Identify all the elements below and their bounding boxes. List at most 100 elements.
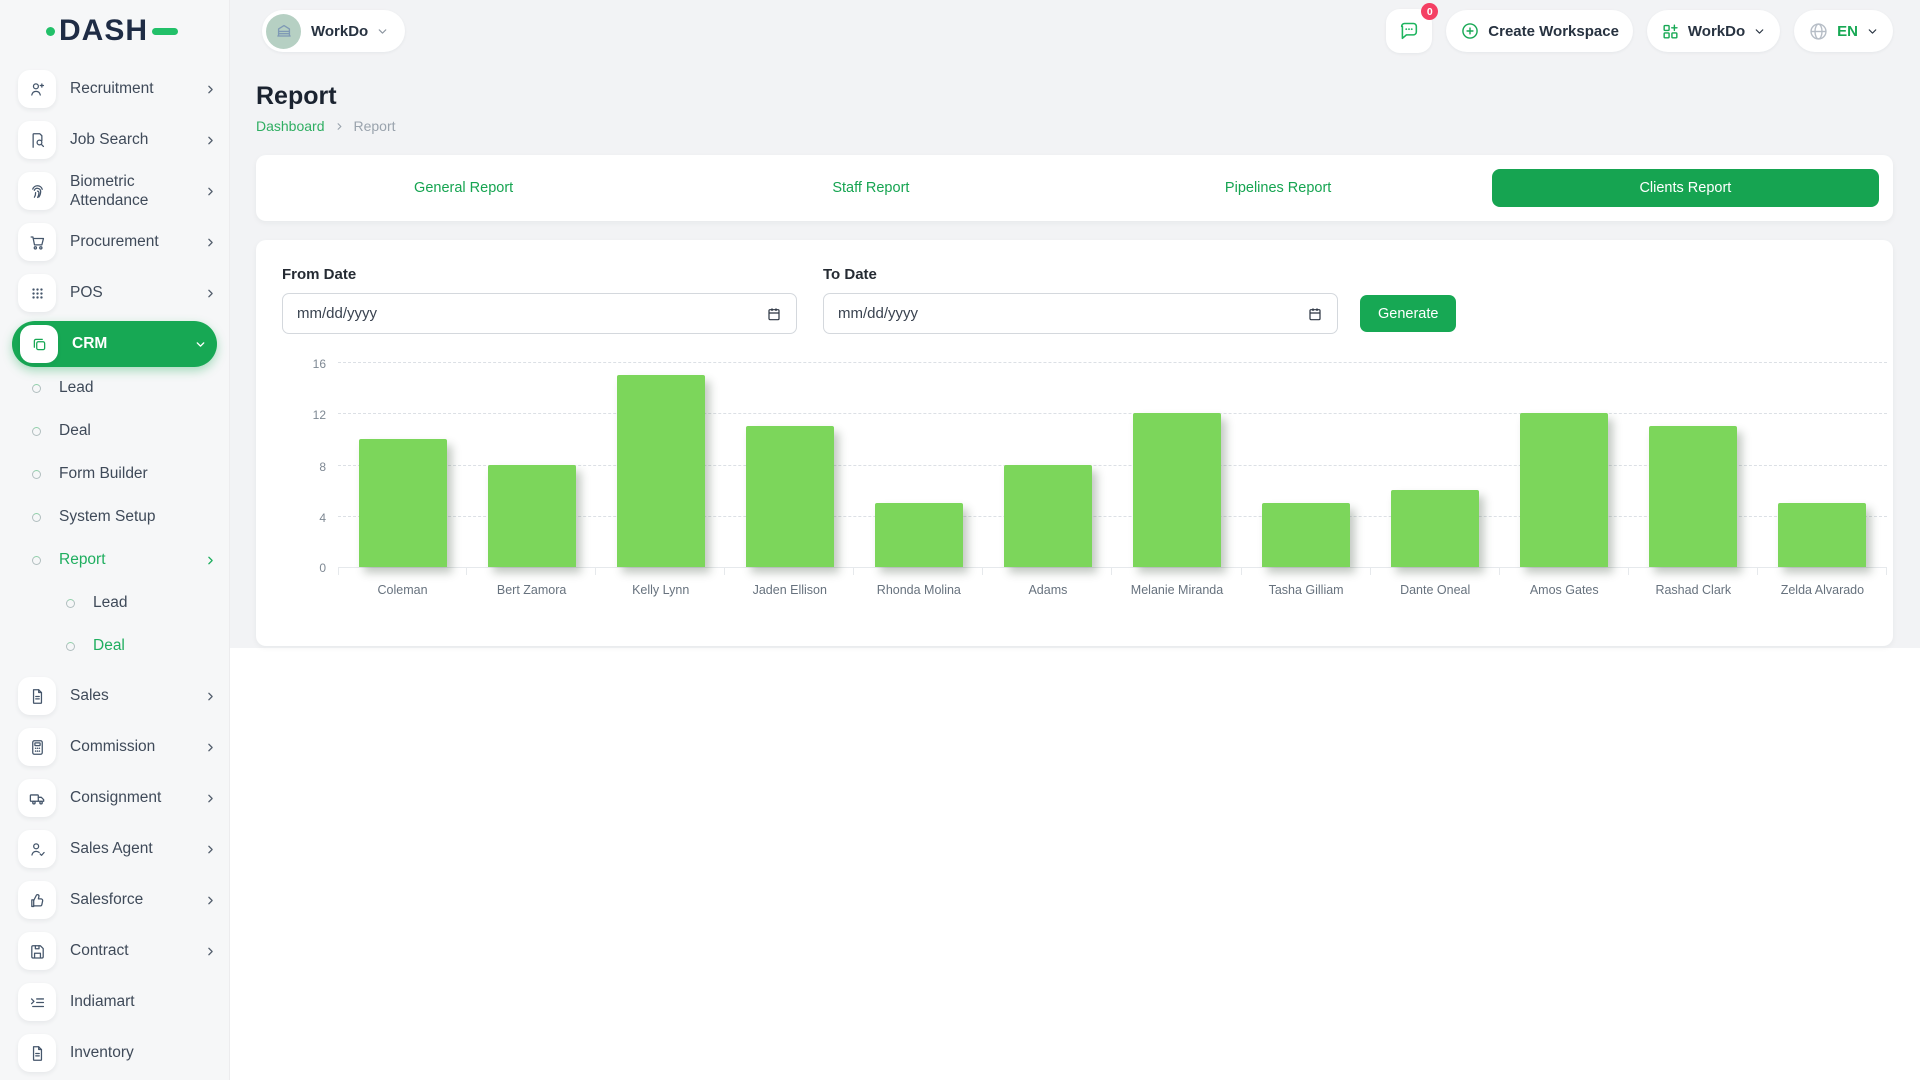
x-axis-tick (1629, 568, 1758, 575)
chevron-right-icon (204, 236, 217, 249)
calendar-icon[interactable] (1307, 306, 1323, 322)
to-date-input[interactable] (838, 305, 1307, 322)
sidebar-item-consignment[interactable]: Consignment (18, 775, 217, 821)
bar-slot (338, 439, 467, 567)
chat-bubble-icon (1398, 20, 1420, 42)
brand-logo[interactable]: DASH (0, 0, 229, 62)
sidebar-subitem-label: System Setup (59, 507, 156, 526)
copy-icon (20, 325, 58, 363)
bar-melanie-miranda[interactable] (1133, 413, 1221, 567)
sidebar-subitem-label: Deal (93, 636, 125, 655)
sidebar-item-indiamart[interactable]: Indiamart (18, 979, 217, 1025)
messages-button[interactable]: 0 (1386, 9, 1432, 53)
calendar-icon[interactable] (766, 306, 782, 322)
language-selector[interactable]: EN (1794, 10, 1893, 52)
chevron-right-icon (204, 945, 217, 958)
cart-icon (18, 223, 56, 261)
sidebar-item-job-search[interactable]: Job Search (18, 117, 217, 163)
sidebar-item-inventory[interactable]: Inventory (18, 1030, 217, 1076)
sidebar-item-label: Recruitment (70, 79, 154, 98)
bar-slot (596, 375, 725, 567)
bar-kelly-lynn[interactable] (617, 375, 705, 567)
clients-bar-chart: 0481216 (338, 362, 1887, 567)
bar-adams[interactable] (1004, 465, 1092, 568)
plus-circle-icon (1460, 21, 1480, 41)
chevron-right-icon (204, 741, 217, 754)
sidebar-subitem-lead[interactable]: Lead (18, 372, 217, 404)
grid-dots-icon (18, 274, 56, 312)
workspace-chip[interactable]: WorkDo (262, 10, 405, 52)
y-axis-tick-label: 16 (313, 357, 326, 371)
sidebar-subitem-lead[interactable]: Lead (18, 587, 217, 619)
x-axis-label: Tasha Gilliam (1242, 583, 1371, 597)
bar-dante-oneal[interactable] (1391, 490, 1479, 567)
x-axis-label: Bert Zamora (467, 583, 596, 597)
bullet-circle-icon (66, 599, 75, 608)
report-tabs: General Report Staff Report Pipelines Repo… (256, 155, 1893, 221)
x-axis-label: Jaden Ellison (725, 583, 854, 597)
bar-rhonda-molina[interactable] (875, 503, 963, 567)
fingerprint-icon (18, 172, 56, 210)
bar-jaden-ellison[interactable] (746, 426, 834, 567)
sidebar-item-contract[interactable]: Contract (18, 928, 217, 974)
bar-bert-zamora[interactable] (488, 465, 576, 568)
chevron-right-icon (334, 121, 345, 132)
sidebar-nav: Recruitment Job Search Biometric Attendanc… (0, 62, 229, 1080)
notification-badge: 0 (1421, 3, 1438, 20)
chevron-down-icon (194, 338, 207, 351)
x-axis-tick (1500, 568, 1629, 575)
bar-tasha-gilliam[interactable] (1262, 503, 1350, 567)
list-arrow-icon (18, 983, 56, 1021)
tab-general-report[interactable]: General Report (270, 169, 657, 207)
sidebar-item-recruitment[interactable]: Recruitment (18, 66, 217, 112)
sidebar-item-label: Contract (70, 941, 129, 960)
doc-search-icon (18, 121, 56, 159)
from-date-input[interactable] (297, 305, 766, 322)
sidebar-subitem-deal[interactable]: Deal (18, 415, 217, 447)
language-label: EN (1837, 23, 1858, 40)
tab-pipelines-report[interactable]: Pipelines Report (1085, 169, 1472, 207)
generate-button[interactable]: Generate (1360, 295, 1456, 332)
sidebar-subitem-report[interactable]: Report (18, 544, 217, 576)
sidebar-item-pos[interactable]: POS (18, 270, 217, 316)
tab-staff-report[interactable]: Staff Report (677, 169, 1064, 207)
chevron-right-icon (204, 894, 217, 907)
tab-clients-report[interactable]: Clients Report (1492, 169, 1879, 207)
sidebar-subitem-system-setup[interactable]: System Setup (18, 501, 217, 533)
workspace-avatar (266, 14, 301, 49)
from-date-field: From Date (282, 266, 797, 334)
truck-icon (18, 779, 56, 817)
sidebar-item-procurement[interactable]: Procurement (18, 219, 217, 265)
sidebar-subitem-form-builder[interactable]: Form Builder (18, 458, 217, 490)
sidebar-item-label: Procurement (70, 232, 159, 251)
x-axis-tick (1112, 568, 1241, 575)
sidebar-item-biometric-attendance[interactable]: Biometric Attendance (18, 168, 217, 214)
sidebar-item-sales[interactable]: Sales (18, 673, 217, 719)
y-axis-tick-label: 4 (319, 511, 326, 525)
bar-coleman[interactable] (359, 439, 447, 567)
bar-amos-gates[interactable] (1520, 413, 1608, 567)
breadcrumb-dashboard-link[interactable]: Dashboard (256, 118, 325, 134)
chevron-right-icon (204, 792, 217, 805)
sidebar-subitem-deal[interactable]: Deal (18, 630, 217, 662)
x-axis-tick (1242, 568, 1371, 575)
person-plus-icon (18, 70, 56, 108)
x-axis-label: Adams (983, 583, 1112, 597)
create-workspace-label: Create Workspace (1488, 23, 1619, 40)
bar-rashad-clark[interactable] (1649, 426, 1737, 567)
x-axis-tick (983, 568, 1112, 575)
bar-zelda-alvarado[interactable] (1778, 503, 1866, 567)
sidebar-item-label: Commission (70, 737, 155, 756)
sidebar-item-sales-agent[interactable]: Sales Agent (18, 826, 217, 872)
bullet-circle-icon (32, 513, 41, 522)
x-axis-label: Rhonda Molina (854, 583, 983, 597)
create-workspace-button[interactable]: Create Workspace (1446, 10, 1633, 52)
sidebar-item-salesforce[interactable]: Salesforce (18, 877, 217, 923)
sidebar-subitem-label: Lead (93, 593, 127, 612)
sidebar-item-crm[interactable]: CRM (12, 321, 217, 367)
sidebar-item-commission[interactable]: Commission (18, 724, 217, 770)
logo-text: DASH (59, 14, 148, 48)
x-axis-tick (338, 568, 467, 575)
workspace-switcher[interactable]: WorkDo (1647, 10, 1780, 52)
x-axis-label: Amos Gates (1500, 583, 1629, 597)
